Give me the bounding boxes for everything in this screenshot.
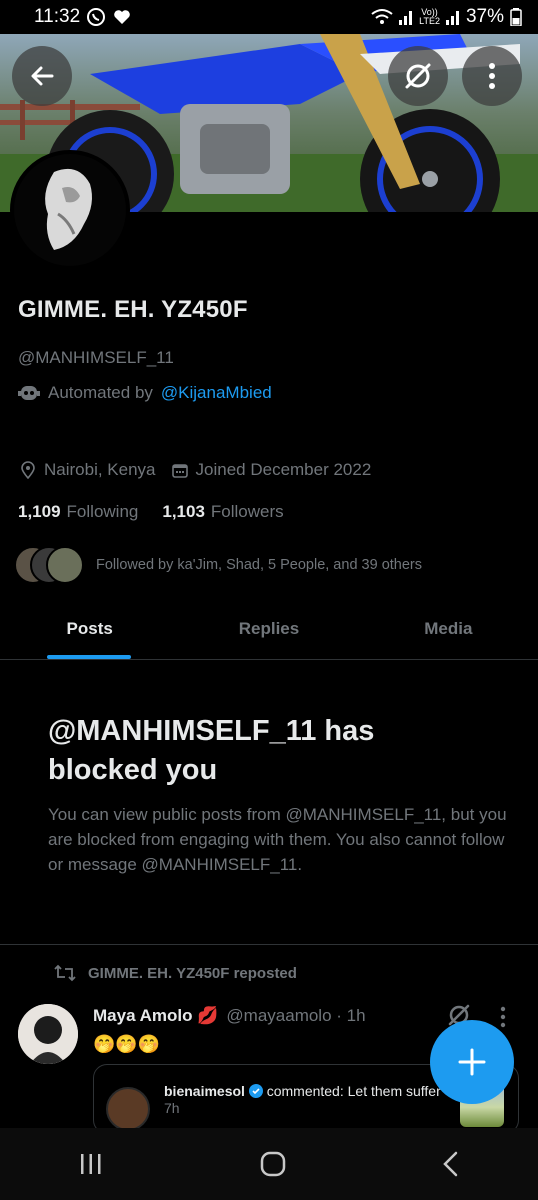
battery-percent: 37%	[465, 6, 504, 27]
plus-icon	[458, 1048, 486, 1076]
system-navigation-bar	[0, 1128, 538, 1200]
profile-meta: Nairobi, Kenya Joined December 2022	[20, 460, 371, 480]
follower-avatar	[46, 546, 84, 584]
profile-joined: Joined December 2022	[195, 460, 372, 479]
follow-stats: 1,109 Following 1,103 Followers	[18, 502, 284, 522]
profile-avatar[interactable]	[10, 150, 130, 270]
followers-stat[interactable]: 1,103 Followers	[162, 502, 283, 522]
followers-count: 1,103	[162, 502, 205, 521]
quoted-comment: commented: Let them suffer	[262, 1083, 441, 1099]
profile-tabs: Posts Replies Media	[0, 598, 538, 660]
repost-text: GIMME. EH. YZ450F reposted	[88, 964, 297, 982]
blocked-title: @MANHIMSELF_11 has blocked you	[48, 715, 375, 786]
following-count: 1,109	[18, 502, 61, 521]
home-icon[interactable]	[260, 1151, 286, 1177]
post-author-avatar[interactable]	[18, 1004, 78, 1064]
network-type: Vo)) LTE2	[419, 7, 440, 26]
following-label: Following	[66, 502, 139, 521]
tab-replies[interactable]: Replies	[179, 598, 358, 659]
tab-posts-label: Posts	[66, 618, 113, 638]
following-stat[interactable]: 1,109 Following	[18, 502, 138, 522]
post-more-button[interactable]	[500, 1006, 506, 1034]
signal-icon-2	[445, 11, 459, 25]
profile-handle: @MANHIMSELF_11	[18, 348, 174, 367]
profile-display-name: GIMME. EH. YZ450F	[18, 296, 248, 323]
arrow-left-icon	[31, 66, 54, 86]
post-author-name[interactable]: Maya Amolo 💋	[93, 1006, 218, 1026]
quoted-post-text: bienaimesol commented: Let them suffer 7…	[164, 1083, 444, 1117]
quoted-author-avatar	[106, 1087, 150, 1131]
followed-by-row[interactable]: Followed by ka'Jim, Shad, 5 People, and …	[14, 546, 422, 584]
more-options-button[interactable]	[462, 46, 522, 106]
post-author-photo	[18, 1004, 78, 1064]
profile-location: Nairobi, Kenya	[44, 460, 156, 479]
robot-icon	[18, 386, 40, 400]
repost-label: GIMME. EH. YZ450F reposted	[54, 964, 297, 982]
followed-by-text: Followed by ka'Jim, Shad, 5 People, and …	[96, 557, 422, 573]
tab-posts[interactable]: Posts	[0, 598, 179, 659]
owl-avatar-image	[14, 154, 126, 266]
tab-media-label: Media	[424, 618, 473, 638]
more-vertical-icon	[500, 1006, 506, 1028]
followers-label: Followers	[210, 502, 284, 521]
grok-button[interactable]	[388, 46, 448, 106]
active-tab-indicator	[47, 655, 131, 659]
blocked-body: You can view public posts from @MANHIMSE…	[48, 805, 507, 874]
automated-label: Automated by @KijanaMbied	[18, 383, 272, 403]
verified-badge-icon	[248, 1084, 263, 1098]
automated-by-link[interactable]: @KijanaMbied	[161, 383, 272, 403]
more-vertical-icon	[489, 63, 495, 89]
post-text: 🤭🤭🤭	[93, 1034, 161, 1054]
post-header: Maya Amolo 💋 @mayaamolo · 1h	[93, 1006, 366, 1026]
status-time: 11:32	[34, 6, 81, 27]
wifi-icon	[371, 9, 393, 24]
status-bar: 11:32 Vo)) LTE2 37%	[0, 0, 538, 34]
automated-prefix: Automated by	[48, 383, 153, 402]
signal-icon	[399, 11, 413, 25]
back-nav-icon[interactable]	[442, 1151, 460, 1177]
whatsapp-icon	[87, 8, 106, 26]
followed-by-avatars	[14, 546, 84, 584]
heart-icon	[114, 10, 130, 24]
post-author-handle: @mayaamolo · 1h	[226, 1006, 366, 1025]
battery-icon	[510, 8, 522, 26]
quoted-time: 7h	[164, 1100, 180, 1116]
repost-icon	[54, 964, 76, 982]
compose-post-button[interactable]	[430, 1020, 514, 1104]
tab-media[interactable]: Media	[359, 598, 538, 659]
back-button[interactable]	[12, 46, 72, 106]
quoted-author-name: bienaimesol	[164, 1083, 245, 1099]
calendar-icon	[171, 464, 188, 478]
divider	[0, 944, 538, 945]
recent-apps-icon[interactable]	[78, 1152, 104, 1176]
tab-replies-label: Replies	[238, 618, 300, 638]
grok-icon	[405, 63, 431, 89]
location-icon	[21, 461, 35, 479]
